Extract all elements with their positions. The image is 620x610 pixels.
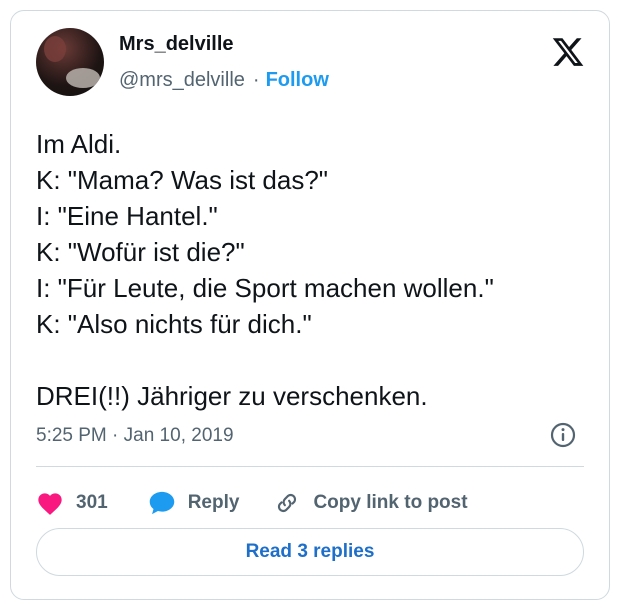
author-display-name[interactable]: Mrs_delville: [119, 33, 234, 56]
separator-dot: ·: [252, 69, 260, 91]
heart-icon: [38, 493, 62, 515]
author-handle[interactable]: @mrs_delville: [119, 69, 245, 91]
reply-label: Reply: [187, 492, 240, 513]
read-replies-button[interactable]: Read 3 replies: [36, 528, 584, 576]
follow-button[interactable]: Follow: [266, 69, 329, 91]
x-logo-icon[interactable]: [551, 35, 585, 69]
avatar[interactable]: [36, 28, 104, 96]
link-icon: [278, 493, 297, 513]
reply-button[interactable]: Reply: [148, 490, 240, 516]
like-button[interactable]: 301: [36, 490, 108, 516]
tweet-text: Im Aldi. K: "Mama? Was ist das?" I: "Ein…: [36, 129, 494, 411]
author-handle-row: @mrs_delville · Follow: [119, 69, 329, 92]
like-count: 301: [76, 492, 108, 513]
action-bar: 301 Reply Copy link to post: [36, 483, 468, 523]
tweet-timestamp[interactable]: 5:25 PM · Jan 10, 2019: [36, 425, 234, 447]
tweet-card: Mrs_delville @mrs_delville · Follow Im Ald…: [10, 10, 610, 600]
speech-bubble-icon: [149, 491, 174, 515]
copy-link-button[interactable]: Copy link to post: [273, 490, 468, 516]
copy-link-label: Copy link to post: [313, 492, 468, 513]
info-icon[interactable]: [549, 421, 577, 449]
divider: [36, 466, 584, 467]
